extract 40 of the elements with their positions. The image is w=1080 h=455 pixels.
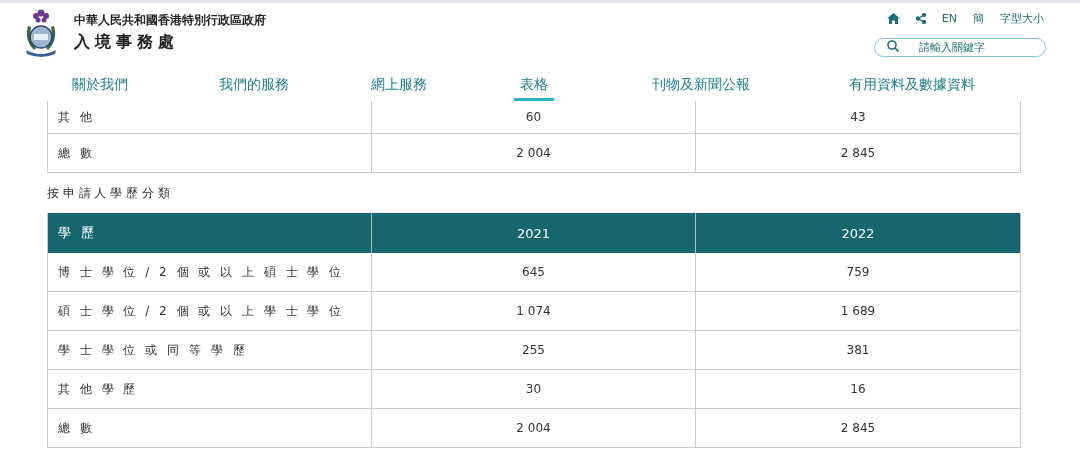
nav-tab[interactable]: 網上服務 [365, 71, 433, 101]
table-cell: 博 士 學 位 / 2 個 或 以 上 碩 士 學 位 [48, 253, 372, 292]
table-cell: 1 074 [372, 292, 696, 331]
home-icon[interactable] [886, 13, 900, 24]
department-title: 入境事務處 [74, 32, 180, 53]
table-cell: 學 士 學 位 或 同 等 學 歷 [48, 331, 372, 370]
language-link[interactable]: 字型大小 [1000, 11, 1044, 26]
language-link[interactable]: EN [941, 12, 957, 25]
table-cell: 碩 士 學 位 / 2 個 或 以 上 學 士 學 位 [48, 292, 372, 331]
table-cell: 總 數 [48, 134, 372, 173]
table-cell: 1 689 [696, 292, 1021, 331]
column-header: 2021 [372, 213, 696, 253]
nav-tab[interactable]: 刊物及新聞公報 [646, 71, 756, 101]
table-cell: 43 [696, 101, 1021, 134]
government-title: 中華人民共和國香港特別行政區政府 [74, 13, 266, 28]
share-icon[interactable] [915, 13, 926, 24]
table-cell: 2 845 [696, 409, 1021, 448]
column-header: 2022 [696, 213, 1021, 253]
table-cell: 16 [696, 370, 1021, 409]
table-cell: 2 845 [696, 134, 1021, 173]
table-cell: 645 [372, 253, 696, 292]
table-cell: 2 004 [372, 409, 696, 448]
section-title: 按 申 請 人 學 歷 分 類 [47, 184, 171, 202]
search-icon [887, 40, 899, 52]
table-cell: 381 [696, 331, 1021, 370]
table-cell: 255 [372, 331, 696, 370]
table-cell: 總 數 [48, 409, 372, 448]
nav-tab[interactable]: 表格 [514, 71, 554, 101]
table-cell: 30 [372, 370, 696, 409]
table-cell: 759 [696, 253, 1021, 292]
search-field[interactable]: 請輸入關鍵字 [874, 38, 1046, 57]
table-cell: 其 他 [48, 101, 372, 134]
nav-tab[interactable]: 我們的服務 [213, 71, 295, 101]
table-cell: 60 [372, 101, 696, 134]
nav-tab[interactable]: 有用資料及數據資料 [843, 71, 981, 101]
language-link[interactable]: 簡 [973, 11, 984, 26]
table-cell: 其 他 學 歷 [48, 370, 372, 409]
column-header: 學 歷 [48, 213, 372, 253]
nav-tab[interactable]: 關於我們 [66, 71, 134, 101]
table-cell: 2 004 [372, 134, 696, 173]
